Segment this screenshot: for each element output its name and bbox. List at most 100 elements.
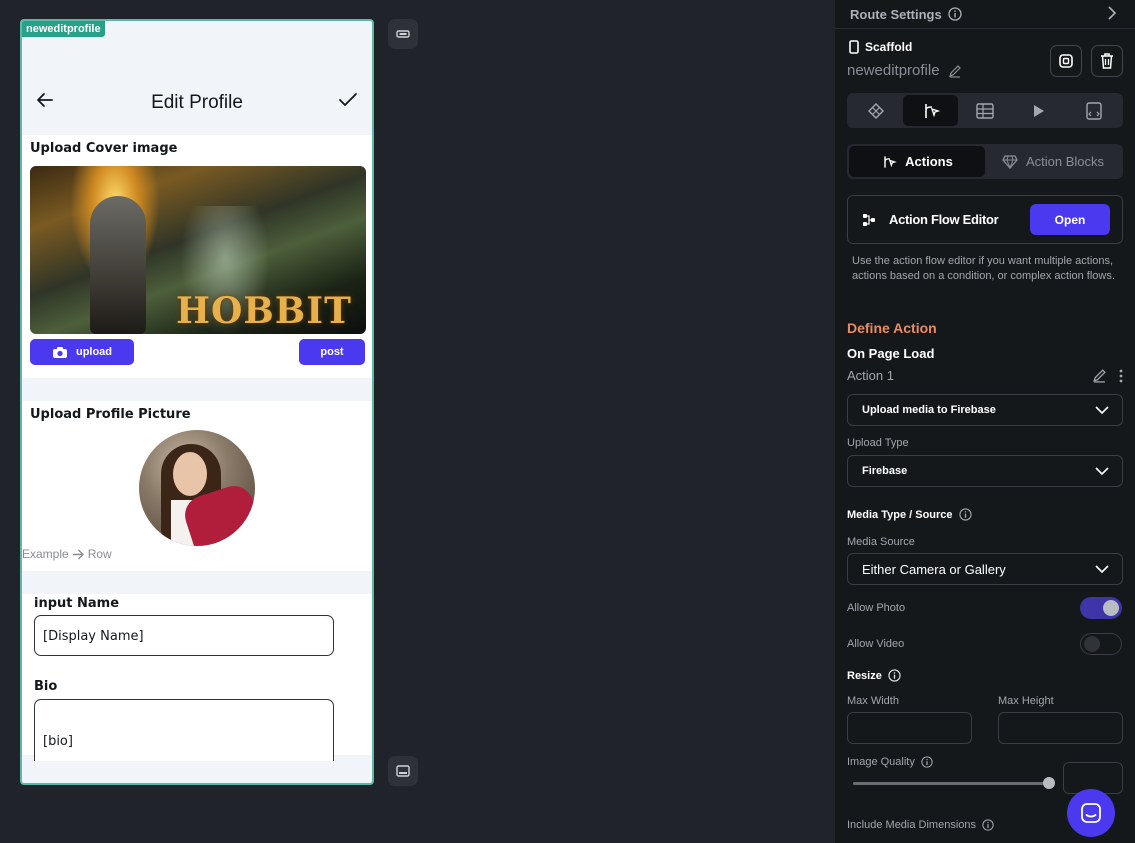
info-icon[interactable] <box>921 756 933 768</box>
action-1-controls <box>1092 368 1123 383</box>
tab-backend-query[interactable] <box>958 95 1012 126</box>
caret-down-icon <box>1095 467 1109 476</box>
route-settings-label: Route Settings <box>850 6 942 22</box>
action-type-value: Upload media to Firebase <box>862 404 996 416</box>
cover-image[interactable]: HOBBIT <box>30 166 366 334</box>
avatar[interactable] <box>139 430 255 546</box>
open-button[interactable]: Open <box>1030 204 1110 235</box>
chat-support-button[interactable] <box>1067 789 1115 837</box>
edit-icon[interactable] <box>1092 368 1107 383</box>
tab-page-code[interactable] <box>1067 95 1121 126</box>
image-quality-label: Image Quality <box>847 756 915 768</box>
toggle-device-frame-button[interactable] <box>388 19 418 49</box>
upload-button[interactable]: upload <box>30 339 134 365</box>
define-action-heading: Define Action <box>847 320 937 336</box>
breadcrumb-from[interactable]: Example <box>22 547 69 561</box>
action-flow-editor-card: Action Flow Editor Open <box>847 195 1123 244</box>
info-icon[interactable] <box>982 819 994 831</box>
scaffold-label: Scaffold <box>865 40 913 54</box>
more-vert-icon[interactable] <box>1119 369 1123 383</box>
device-toggle-icon <box>396 30 410 38</box>
segment-actions[interactable]: Actions <box>849 146 985 177</box>
trash-icon <box>1101 53 1113 69</box>
page-name-label: neweditprofile <box>847 62 940 79</box>
toggle-knob <box>1084 636 1100 652</box>
profile-section[interactable]: Upload Profile Picture Example Row <box>22 401 372 571</box>
toggle-keyboard-button[interactable] <box>388 756 418 786</box>
route-settings-header[interactable]: Route Settings <box>835 0 1135 29</box>
allow-video-label: Allow Video <box>847 638 905 650</box>
action-type-select[interactable]: Upload media to Firebase <box>847 394 1123 426</box>
upload-type-value: Firebase <box>862 465 908 477</box>
max-height-label: Max Height <box>998 695 1054 707</box>
chevron-right-icon[interactable] <box>1107 5 1117 21</box>
upload-button-label: upload <box>75 346 113 358</box>
post-button[interactable]: post <box>299 339 365 365</box>
chat-icon <box>1081 803 1101 823</box>
arrow-right-icon <box>72 549 84 559</box>
tab-run[interactable] <box>1012 95 1066 126</box>
edit-icon[interactable] <box>948 64 962 78</box>
info-icon[interactable] <box>948 7 962 21</box>
profile-label: Upload Profile Picture <box>30 407 191 422</box>
include-media-dimensions-label: Include Media Dimensions <box>847 819 977 831</box>
max-width-label: Max Width <box>847 695 899 707</box>
cover-figure <box>90 196 146 334</box>
form-section[interactable]: input Name [Display Name] Bio [bio] <box>22 594 372 761</box>
cover-image-title: HOBBIT <box>176 290 352 332</box>
avatar-face <box>173 452 207 496</box>
allow-video-toggle[interactable] <box>1080 633 1122 655</box>
image-quality-heading: Image Quality <box>847 756 933 768</box>
delete-button[interactable] <box>1091 45 1123 77</box>
segment-action-blocks[interactable]: Action Blocks <box>985 146 1121 177</box>
allow-photo-toggle[interactable] <box>1080 597 1122 619</box>
info-icon[interactable] <box>888 669 901 682</box>
segment-actions-label: Actions <box>905 154 953 169</box>
tab-properties[interactable] <box>849 95 903 126</box>
phone-canvas[interactable]: neweditprofile Edit Profile Upload Cover… <box>20 19 374 785</box>
bio-label: Bio <box>34 679 58 694</box>
app-bar[interactable]: Edit Profile <box>22 21 372 135</box>
camera-icon <box>52 346 67 358</box>
resize-heading: Resize <box>847 669 901 682</box>
widget-icon <box>868 102 885 119</box>
trigger-label: On Page Load <box>847 346 935 361</box>
phone-icon <box>849 40 859 54</box>
tab-actions[interactable] <box>903 95 958 126</box>
image-quality-slider[interactable] <box>853 782 1049 785</box>
cover-label: Upload Cover image <box>30 141 178 156</box>
caret-down-icon <box>1095 406 1109 415</box>
panel-tabs[interactable] <box>847 93 1123 128</box>
cover-section[interactable]: Upload Cover image HOBBIT upload post <box>22 135 372 378</box>
backend-query-icon <box>976 102 994 119</box>
keyboard-icon <box>396 765 410 777</box>
bio-field[interactable]: [bio] <box>34 699 334 761</box>
toggle-knob <box>1103 600 1119 616</box>
max-width-input[interactable] <box>847 712 972 744</box>
display-name-field[interactable]: [Display Name] <box>34 615 334 656</box>
check-icon[interactable] <box>338 91 358 109</box>
allow-photo-label: Allow Photo <box>847 602 906 614</box>
scaffold-title: Scaffold <box>849 40 912 54</box>
page-name[interactable]: neweditprofile <box>847 62 962 79</box>
actions-icon <box>924 103 940 118</box>
media-type-source-heading: Media Type / Source <box>847 508 972 521</box>
action-1-label: Action 1 <box>847 368 894 383</box>
widget-breadcrumb[interactable]: Example Row <box>22 547 112 561</box>
max-height-input[interactable] <box>998 712 1123 744</box>
duplicate-button[interactable] <box>1050 45 1082 77</box>
image-quality-slider-handle[interactable] <box>1043 777 1055 789</box>
gem-icon <box>1002 154 1018 169</box>
name-label: input Name <box>34 596 120 611</box>
page-tag[interactable]: neweditprofile <box>22 21 105 37</box>
actions-segment[interactable]: Actions Action Blocks <box>847 144 1123 179</box>
play-icon <box>1034 104 1045 117</box>
flow-icon <box>863 214 875 226</box>
media-source-select[interactable]: Either Camera or Gallery <box>847 553 1123 585</box>
action-flow-editor-label: Action Flow Editor <box>889 212 999 227</box>
breadcrumb-to[interactable]: Row <box>88 547 112 561</box>
caret-down-icon <box>1095 565 1109 574</box>
info-icon[interactable] <box>958 508 972 521</box>
segment-action-blocks-label: Action Blocks <box>1025 154 1105 169</box>
upload-type-select[interactable]: Firebase <box>847 455 1123 487</box>
